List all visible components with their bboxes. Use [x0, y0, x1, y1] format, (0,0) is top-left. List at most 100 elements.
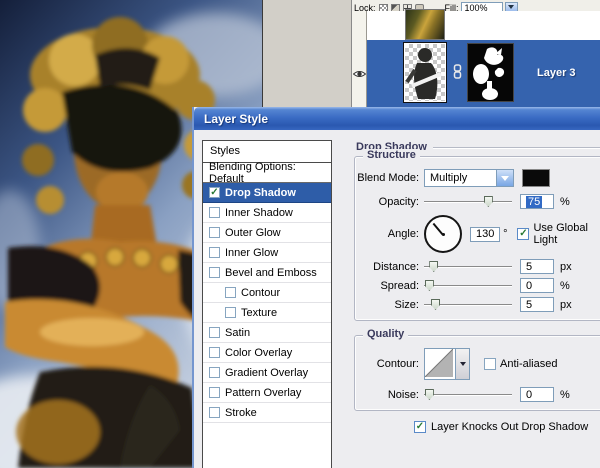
layer-thumbnail[interactable] [404, 43, 446, 102]
knockout-row: ✓ Layer Knocks Out Drop Shadow [414, 421, 600, 433]
checkbox-icon[interactable] [209, 367, 220, 378]
dialog-title: Layer Style [204, 112, 268, 126]
angle-unit: ° [503, 228, 507, 240]
checkbox-icon[interactable] [209, 407, 220, 418]
blend-mode-select[interactable]: Multiply [424, 169, 514, 187]
style-item-label: Contour [241, 287, 280, 299]
noise-row: Noise: 0 % [355, 387, 600, 402]
layer-thumbnail[interactable] [405, 9, 445, 40]
quality-group-title: Quality [363, 328, 408, 340]
contour-thumbnail[interactable] [424, 348, 456, 380]
size-slider[interactable] [424, 298, 512, 311]
angle-row: Angle: 130 ° ✓ Use Global Light [355, 215, 600, 253]
use-global-light-checkbox[interactable]: ✓ [517, 228, 529, 240]
noise-unit: % [560, 389, 570, 401]
size-label: Size: [355, 299, 419, 311]
distance-input[interactable]: 5 [520, 259, 554, 274]
style-item-label: Blending Options: Default [209, 161, 331, 185]
blend-mode-row: Blend Mode: Multiply [355, 169, 600, 187]
checkbox-icon[interactable] [209, 267, 220, 278]
visibility-column [352, 11, 367, 108]
layer-knocks-out-checkbox[interactable]: ✓ [414, 421, 426, 433]
contour-dropdown-button[interactable] [456, 348, 470, 380]
style-item-pattern-overlay[interactable]: Pattern Overlay [203, 383, 331, 403]
mask-shape [468, 44, 513, 101]
quality-group: Quality Contour: Anti-aliased Noise: [354, 335, 600, 411]
layer-mask-thumbnail[interactable] [467, 43, 514, 102]
opacity-input[interactable]: 75 [520, 194, 554, 209]
layer-knocks-out-label: Layer Knocks Out Drop Shadow [431, 421, 588, 433]
style-item-blending-options[interactable]: Blending Options: Default [203, 163, 331, 183]
spread-slider[interactable] [424, 279, 512, 292]
layer-name[interactable]: Layer 3 [537, 67, 576, 79]
size-input[interactable]: 5 [520, 297, 554, 312]
checkbox-icon[interactable] [225, 287, 236, 298]
style-item-texture[interactable]: Texture [203, 303, 331, 323]
checkbox-icon[interactable] [209, 327, 220, 338]
dialog-titlebar[interactable]: Layer Style [194, 107, 600, 130]
chevron-down-icon[interactable] [496, 170, 513, 186]
checkbox-icon[interactable] [209, 347, 220, 358]
noise-input[interactable]: 0 [520, 387, 554, 402]
checkbox-icon[interactable] [209, 247, 220, 258]
angle-input[interactable]: 130 [470, 227, 500, 242]
distance-slider[interactable] [424, 260, 512, 273]
style-item-label: Texture [241, 307, 277, 319]
style-item-inner-shadow[interactable]: Inner Shadow [203, 203, 331, 223]
style-item-contour[interactable]: Contour [203, 283, 331, 303]
angle-label: Angle: [355, 228, 419, 240]
style-item-label: Color Overlay [225, 347, 292, 359]
anti-aliased-label: Anti-aliased [500, 358, 557, 370]
layers-panel: Lock: Fill: 100% [352, 0, 600, 110]
checkbox-icon[interactable] [209, 387, 220, 398]
anti-aliased-checkbox[interactable] [484, 358, 496, 370]
noise-label: Noise: [355, 389, 419, 401]
style-item-drop-shadow[interactable]: ✓ Drop Shadow [203, 183, 331, 203]
opacity-unit: % [560, 196, 570, 208]
angle-dial[interactable] [424, 215, 462, 253]
checkbox-icon[interactable] [209, 207, 220, 218]
style-item-bevel-and-emboss[interactable]: Bevel and Emboss [203, 263, 331, 283]
opacity-slider[interactable] [424, 195, 512, 208]
screenshot-root: Lock: Fill: 100% [0, 0, 600, 468]
opacity-row: Opacity: 75 % [355, 194, 600, 209]
style-item-outer-glow[interactable]: Outer Glow [203, 223, 331, 243]
layer-row-selected[interactable]: Layer 3 [367, 40, 600, 107]
style-item-label: Inner Glow [225, 247, 278, 259]
style-item-color-overlay[interactable]: Color Overlay [203, 343, 331, 363]
style-item-satin[interactable]: Satin [203, 323, 331, 343]
noise-slider[interactable] [424, 388, 512, 401]
statue-silhouette [405, 44, 445, 100]
workspace-gray-area [262, 0, 352, 110]
distance-row: Distance: 5 px [355, 259, 600, 274]
spread-input[interactable]: 0 [520, 278, 554, 293]
shadow-color-swatch[interactable] [522, 169, 550, 187]
contour-label: Contour: [355, 358, 419, 370]
layer-row-above[interactable] [367, 11, 600, 41]
eye-icon[interactable] [353, 69, 366, 79]
style-item-label: Satin [225, 327, 250, 339]
style-item-label: Drop Shadow [225, 187, 296, 199]
structure-group-title: Structure [363, 149, 420, 161]
use-global-light-label: Use Global Light [533, 222, 600, 246]
spread-row: Spread: 0 % [355, 278, 600, 293]
style-item-stroke[interactable]: Stroke [203, 403, 331, 423]
size-row: Size: 5 px [355, 297, 600, 312]
style-item-label: Bevel and Emboss [225, 267, 317, 279]
checkbox-icon[interactable]: ✓ [209, 187, 220, 198]
checkbox-icon[interactable] [209, 227, 220, 238]
spread-unit: % [560, 280, 570, 292]
blend-mode-label: Blend Mode: [355, 172, 419, 184]
style-item-label: Inner Shadow [225, 207, 293, 219]
distance-unit: px [560, 261, 572, 273]
style-item-label: Gradient Overlay [225, 367, 308, 379]
drop-shadow-settings: Drop Shadow Structure Blend Mode: Multip… [354, 137, 600, 433]
spread-label: Spread: [355, 280, 419, 292]
blend-mode-value: Multiply [430, 172, 467, 184]
checkbox-icon[interactable] [225, 307, 236, 318]
style-item-inner-glow[interactable]: Inner Glow [203, 243, 331, 263]
size-unit: px [560, 299, 572, 311]
distance-label: Distance: [355, 261, 419, 273]
styles-list: Styles Blending Options: Default ✓ Drop … [202, 140, 332, 468]
style-item-gradient-overlay[interactable]: Gradient Overlay [203, 363, 331, 383]
